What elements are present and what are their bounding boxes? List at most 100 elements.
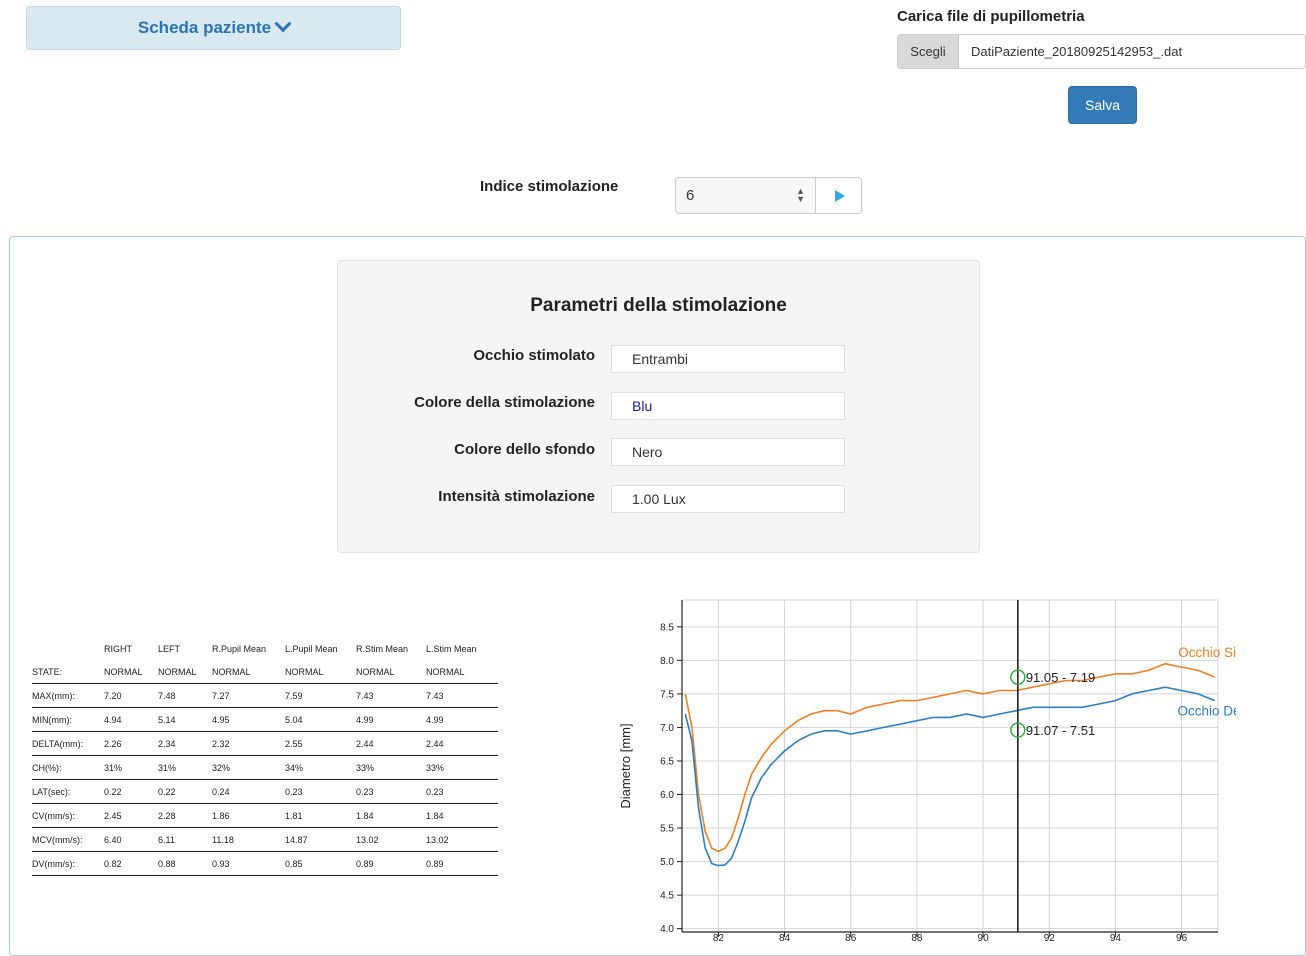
table-cell: 32%	[212, 762, 231, 773]
table-cell: 31%	[158, 762, 177, 773]
play-button[interactable]	[816, 177, 862, 214]
y-tick-label: 6.5	[660, 756, 674, 767]
table-cell: 11.18	[212, 834, 234, 845]
table-cell: 0.24	[212, 786, 230, 797]
table-cell: 0.22	[104, 786, 122, 797]
param-label-stimulated-eye: Occhio stimolato	[473, 347, 595, 364]
table-cell: 0.88	[158, 858, 176, 869]
table-cell: 4.99	[356, 714, 374, 725]
table-header: RIGHT	[104, 643, 132, 654]
table-header: LEFT	[158, 643, 181, 654]
table-row-label: MIN(mm):	[32, 714, 72, 725]
x-tick-label: 96	[1176, 933, 1188, 942]
save-button[interactable]: Salva	[1068, 86, 1137, 124]
table-cell: 2.44	[426, 738, 444, 749]
table-cell: NORMAL	[426, 666, 465, 677]
table-header: R.Stim Mean	[356, 643, 409, 654]
left-eye-line	[684, 662, 1215, 853]
select-arrows-icon: ▲ ▼	[796, 186, 805, 204]
table-cell: 0.93	[212, 858, 230, 869]
stimulation-index-value: 6	[686, 187, 695, 204]
table-cell: 34%	[285, 762, 304, 773]
y-axis-label: Diametro [mm]	[618, 723, 633, 808]
table-row-label: MCV(mm/s):	[32, 834, 83, 845]
table-header: L.Stim Mean	[426, 643, 477, 654]
param-value-background-color: Nero	[611, 438, 845, 466]
param-label-background-color: Colore dello sfondo	[454, 441, 595, 458]
table-cell: 5.14	[158, 714, 176, 725]
table-cell: 31%	[104, 762, 123, 773]
y-tick-label: 8.0	[660, 656, 674, 667]
param-label-intensity: Intensità stimolazione	[438, 488, 595, 505]
table-header: R.Pupil Mean	[212, 643, 267, 654]
table-cell: 6.40	[104, 834, 122, 845]
table-cell: 2.44	[356, 738, 374, 749]
table-cell: 7.27	[212, 690, 230, 701]
y-tick-label: 8.5	[660, 622, 674, 633]
y-tick-label: 7.0	[660, 723, 674, 734]
table-row: DV(mm/s): 0.82 0.88 0.93 0.85 0.89 0.89	[32, 852, 498, 876]
y-tick-label: 6.0	[660, 790, 674, 801]
table-cell: 6.11	[158, 834, 175, 845]
upload-title: Carica file di pupillometria	[897, 8, 1085, 25]
table-row-label: CV(mm/s):	[32, 810, 75, 821]
stats-table: RIGHT LEFT R.Pupil Mean L.Pupil Mean R.S…	[32, 637, 498, 876]
table-cell: NORMAL	[158, 666, 197, 677]
table-cell: 7.43	[426, 690, 444, 701]
chevron-down-icon	[274, 15, 292, 33]
table-row-label: STATE:	[32, 666, 63, 677]
table-cell: 14.87	[285, 834, 308, 845]
table-row: DELTA(mm): 2.26 2.34 2.32 2.55 2.44 2.44	[32, 732, 498, 756]
table-header	[32, 637, 104, 660]
table-cell: 0.23	[356, 786, 374, 797]
table-cell: 0.22	[158, 786, 176, 797]
table-cell: 33%	[356, 762, 375, 773]
patient-record-label: Scheda paziente	[137, 18, 272, 37]
patient-record-button[interactable]: Scheda paziente	[26, 6, 401, 50]
table-cell: 2.55	[285, 738, 303, 749]
legend-left-eye: Occhio Sinistro	[1178, 645, 1236, 660]
right-eye-value-label: 91.07 - 7.51	[1026, 723, 1095, 738]
table-cell: NORMAL	[356, 666, 395, 677]
table-cell: 7.43	[356, 690, 374, 701]
table-cell: 5.04	[285, 714, 303, 725]
table-cell: 1.81	[285, 810, 303, 821]
table-cell: 0.89	[426, 858, 444, 869]
table-cell: 2.26	[104, 738, 122, 749]
table-cell: 1.84	[426, 810, 444, 821]
table-cell: 2.32	[212, 738, 230, 749]
y-tick-label: 4.5	[660, 891, 674, 902]
choose-file-button[interactable]: Scegli	[898, 35, 959, 68]
table-cell: 33%	[426, 762, 445, 773]
y-tick-label: 7.5	[660, 689, 674, 700]
y-tick-label: 5.0	[660, 857, 674, 868]
param-value-stimulated-eye: Entrambi	[611, 345, 845, 373]
x-tick-label: 82	[713, 933, 725, 942]
param-value-intensity: 1.00 Lux	[611, 485, 845, 513]
table-row: MIN(mm): 4.94 5.14 4.95 5.04 4.99 4.99	[32, 708, 498, 732]
left-eye-value-label: 91.05 - 7.19	[1026, 670, 1095, 685]
table-row: MCV(mm/s): 6.40 6.11 11.18 14.87 13.02 13.02	[32, 828, 498, 852]
table-row-label: DELTA(mm):	[32, 738, 84, 749]
table-cell: 2.28	[158, 810, 176, 821]
file-name-field[interactable]: DatiPaziente_20180925142953_.dat	[959, 35, 1305, 68]
table-cell: 4.95	[212, 714, 230, 725]
table-cell: NORMAL	[212, 666, 251, 677]
stimulation-index-select[interactable]: 6 ▲ ▼	[675, 177, 816, 214]
y-tick-label: 5.5	[660, 824, 674, 835]
file-input-group[interactable]: Scegli DatiPaziente_20180925142953_.dat	[897, 34, 1306, 69]
y-tick-label: 4.0	[660, 924, 674, 935]
table-row: CH(%): 31% 31% 32% 34% 33% 33%	[32, 756, 498, 780]
table-cell: 0.23	[426, 786, 444, 797]
table-row: LAT(sec): 0.22 0.22 0.24 0.23 0.23 0.23	[32, 780, 498, 804]
table-cell: NORMAL	[285, 666, 324, 677]
table-row-label: DV(mm/s):	[32, 858, 75, 869]
x-tick-label: 92	[1044, 933, 1056, 942]
table-row-label: LAT(sec):	[32, 786, 71, 797]
table-cell: 2.45	[104, 810, 122, 821]
table-cell: 4.99	[426, 714, 444, 725]
table-cell: 4.94	[104, 714, 122, 725]
param-value-stimulation-color: Blu	[611, 392, 845, 420]
table-cell: 0.85	[285, 858, 303, 869]
x-tick-label: 90	[978, 933, 990, 942]
